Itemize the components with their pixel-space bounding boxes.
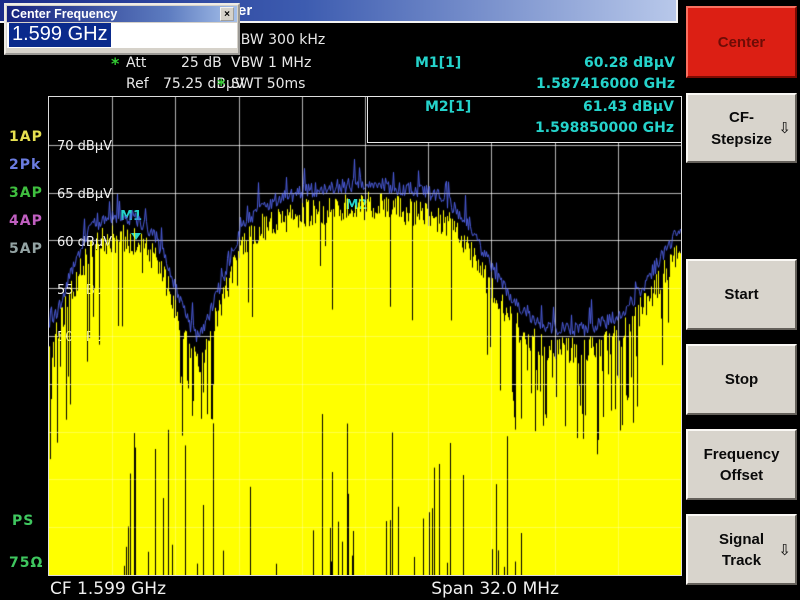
att-label: Att xyxy=(126,55,146,71)
softkey-signal-track-line2: Track xyxy=(722,552,761,569)
swt-readout: SWT 50ms xyxy=(231,76,305,92)
softkey-signal-track[interactable]: Signal Track ⇩ xyxy=(686,514,797,585)
center-frequency-readout: CF 1.599 GHz xyxy=(50,579,166,599)
center-frequency-value: 1.599 GHz xyxy=(9,23,111,47)
softkey-signal-track-line1: Signal xyxy=(719,531,764,548)
marker1-frequency: 1.587416000 GHz xyxy=(536,76,675,92)
dialog-title: Center Frequency xyxy=(11,7,117,21)
ps-indicator: PS xyxy=(12,513,34,529)
trace-label-3ap: 3AP xyxy=(9,185,43,201)
swt-changed-asterisk: * xyxy=(217,75,225,94)
marker2-frequency: 1.598850000 GHz xyxy=(535,120,674,136)
softkey-start-label: Start xyxy=(724,286,758,303)
spectrum-analyzer-screen: er RBW 300 kHz * Att 25 dB VBW 1 MHz Ref… xyxy=(0,0,800,600)
span-readout: Span 32.0 MHz xyxy=(431,579,559,599)
bottom-status-bar: CF 1.599 GHz Span 32.0 MHz xyxy=(0,577,682,600)
trace-label-5ap: 5AP xyxy=(9,241,43,257)
softkey-center-label: Center xyxy=(718,34,766,51)
trace-label-1ap: 1AP xyxy=(9,129,43,145)
att-value: 25 dB xyxy=(181,55,222,71)
close-icon[interactable]: × xyxy=(220,7,234,21)
softkey-center[interactable]: Center xyxy=(686,6,797,78)
softkey-cf-stepsize[interactable]: CF- Stepsize ⇩ xyxy=(686,93,797,163)
marker2-id: M2[1] xyxy=(425,99,471,115)
marker1-level: 60.28 dBµV xyxy=(584,55,675,71)
marker1-id: M1[1] xyxy=(415,55,461,71)
impedance-indicator: 75Ω xyxy=(9,555,43,571)
rbw-readout: RBW 300 kHz xyxy=(231,32,325,48)
trace-label-4ap: 4AP xyxy=(9,213,43,229)
softkey-cf-stepsize-line1: CF- xyxy=(729,109,754,126)
ref-label: Ref xyxy=(126,76,149,92)
softkey-start[interactable]: Start xyxy=(686,259,797,330)
softkey-frequency-offset[interactable]: Frequency Offset xyxy=(686,429,797,500)
marker2-info-box: M2[1] 61.43 dBµV 1.598850000 GHz xyxy=(367,96,682,143)
softkey-stop-label: Stop xyxy=(725,371,758,388)
trace-canvas xyxy=(49,97,681,575)
marker2-level: 61.43 dBµV xyxy=(583,99,674,115)
window-title-fragment: er xyxy=(238,2,252,19)
trace-label-2pk: 2Pk xyxy=(9,157,41,173)
vbw-readout: VBW 1 MHz xyxy=(231,55,311,71)
submenu-down-arrow-icon: ⇩ xyxy=(778,541,791,559)
center-frequency-input[interactable]: 1.599 GHz xyxy=(7,23,237,48)
softkey-frequency-offset-line2: Offset xyxy=(720,467,763,484)
softkey-stop[interactable]: Stop xyxy=(686,344,797,415)
center-frequency-dialog: Center Frequency × 1.599 GHz xyxy=(4,3,240,55)
softkey-frequency-offset-line1: Frequency xyxy=(704,446,780,463)
dialog-titlebar: Center Frequency × xyxy=(7,6,237,22)
softkey-cf-stepsize-line2: Stepsize xyxy=(711,131,772,148)
att-changed-asterisk: * xyxy=(111,54,119,73)
submenu-down-arrow-icon: ⇩ xyxy=(778,119,791,137)
spectrum-display: 70 dBµV65 dBµV60 dBµV55 dBµV50 dBµV M1M2… xyxy=(48,96,682,576)
